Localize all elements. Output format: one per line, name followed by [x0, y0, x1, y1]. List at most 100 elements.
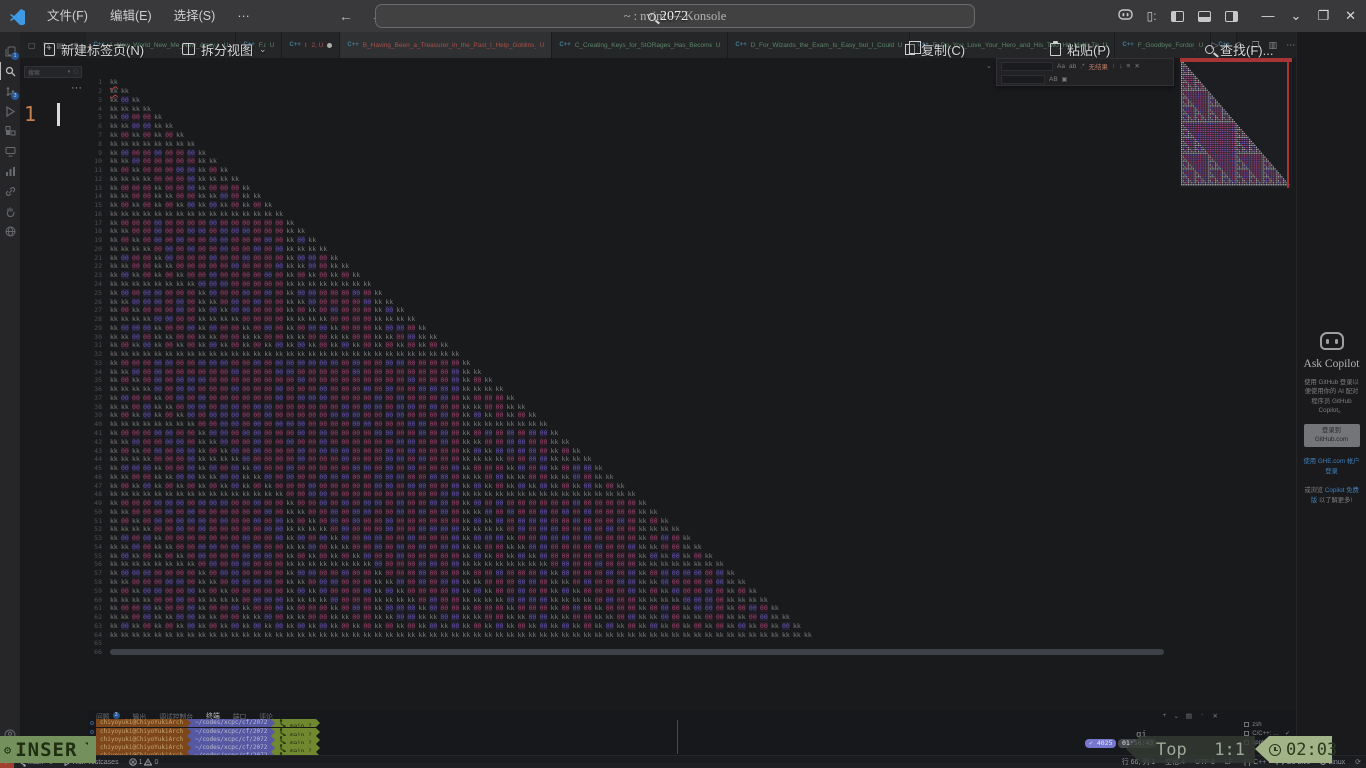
token-kk: kk	[540, 420, 548, 428]
search-option-icon[interactable]: ▾	[68, 69, 71, 75]
command-decoration-icon[interactable]	[90, 730, 94, 734]
github-signin-button[interactable]: 登录到 GitHub.com	[1304, 424, 1360, 448]
find-prev-icon[interactable]: ↑	[1112, 63, 1115, 70]
code-editor[interactable]: 1kk2kkkk3kk00kk4kkkkkkkk5kk000000kk6kkkk…	[88, 58, 1292, 710]
activity-search-icon[interactable]	[0, 62, 20, 80]
token-kk: kk	[110, 420, 118, 428]
find-toggle-chevron-icon[interactable]: ⌄	[986, 62, 992, 70]
copilot-icon[interactable]	[1118, 9, 1133, 23]
token-00: 00	[440, 376, 448, 384]
menu-item-0[interactable]: 文件(F)	[36, 0, 99, 32]
token-00: 00	[275, 622, 283, 630]
konsole-paste-button[interactable]: 粘贴(P)	[1050, 39, 1110, 59]
more-actions-icon[interactable]: ···	[71, 82, 82, 94]
replace-input[interactable]	[1001, 75, 1045, 84]
token-00: 00	[418, 560, 426, 568]
remote-indicator[interactable]: ⚡	[0, 756, 14, 768]
token-00: 00	[374, 403, 382, 411]
ghe-signin-link[interactable]: 使用 GHE.com 帐户登录	[1297, 457, 1366, 476]
activity-references-icon[interactable]	[0, 182, 20, 200]
line-number: 47	[88, 482, 110, 490]
konsole-copy-button[interactable]: 复制(C)	[905, 39, 965, 59]
panel-action-icon[interactable]: ✕	[1213, 712, 1218, 722]
token-00: 00	[121, 482, 129, 490]
find-next-icon[interactable]: ↓	[1119, 63, 1122, 70]
menu-item-3[interactable]: ···	[226, 0, 261, 32]
panel-action-icon[interactable]: ⌄	[1173, 712, 1178, 722]
konsole-find-button[interactable]: 查找(F)...	[1205, 39, 1273, 59]
token-00: 00	[297, 569, 305, 577]
terminal-split-divider[interactable]	[677, 720, 678, 754]
close-icon[interactable]: ✕	[1345, 8, 1356, 24]
nav-back-button[interactable]: ←	[339, 8, 353, 24]
minimize-icon[interactable]: —	[1262, 8, 1275, 24]
line-number: 61	[88, 604, 110, 612]
konsole-split-view-button[interactable]: 拆分视图 ⌄	[182, 39, 267, 59]
statusbar-eol[interactable]: LF	[1220, 756, 1238, 768]
activity-remote-explorer-icon[interactable]	[0, 142, 20, 160]
restore-icon[interactable]: ⌄	[1291, 8, 1302, 24]
minimap[interactable]	[1180, 58, 1292, 188]
find-in-selection-icon[interactable]: ≡	[1127, 63, 1131, 70]
search-option-icon[interactable]: ▢	[73, 69, 78, 75]
whole-word-icon[interactable]: ab	[1069, 63, 1076, 70]
token-00: 00	[551, 552, 559, 560]
command-decoration-icon[interactable]	[90, 721, 94, 725]
toggle-panel-icon[interactable]	[1198, 11, 1211, 22]
find-close-icon[interactable]: ✕	[1134, 62, 1139, 70]
token-kk: kk	[661, 622, 669, 630]
activity-source-control-icon[interactable]: 3	[0, 82, 20, 100]
horizontal-scrollbar[interactable]	[110, 649, 1164, 656]
activity-run-debug-icon[interactable]	[0, 102, 20, 120]
activity-testing-chart-icon[interactable]	[0, 162, 20, 180]
token-00: 00	[176, 613, 184, 621]
replace-all-icon[interactable]: ▣	[1062, 76, 1068, 83]
match-case-icon[interactable]: Aa	[1057, 63, 1065, 70]
panel-action-icon[interactable]: ＾	[1199, 712, 1206, 722]
customize-layout-icon[interactable]: ▯:	[1147, 9, 1157, 23]
command-center-search[interactable]: 2072	[648, 9, 688, 25]
token-00: 00	[264, 508, 272, 516]
statusbar-run-testcases[interactable]: Run Testcases	[59, 756, 124, 768]
token-kk: kk	[132, 350, 140, 358]
konsole-new-tab-button[interactable]: 新建标签页(N)	[44, 39, 144, 59]
token-00: 00	[220, 534, 228, 542]
toggle-sidebar-icon[interactable]	[1171, 11, 1184, 22]
command-decoration-icon[interactable]	[90, 738, 94, 742]
panel-action-icon[interactable]: +	[1163, 712, 1167, 722]
menu-item-1[interactable]: 编辑(E)	[99, 0, 163, 32]
activity-extensions-icon[interactable]	[0, 122, 20, 140]
toggle-secondary-sidebar-icon[interactable]	[1225, 11, 1238, 22]
token-00: 00	[440, 508, 448, 516]
statusbar-git-branch[interactable]: main*↻	[14, 756, 59, 768]
statusbar-feedback[interactable]: ⟳	[1350, 756, 1366, 768]
find-input[interactable]	[1001, 62, 1053, 71]
statusbar-os[interactable]: Linux	[1315, 756, 1350, 768]
activity-globe-icon[interactable]	[0, 222, 20, 240]
statusbar-problems[interactable]: 10	[124, 756, 164, 768]
statusbar-encoding[interactable]: UTF-8	[1190, 756, 1220, 768]
replace-icon[interactable]: AB	[1049, 76, 1058, 83]
panel-action-icon[interactable]: ▤	[1186, 712, 1192, 722]
token-kk: kk	[121, 560, 129, 568]
token-00: 00	[198, 517, 206, 525]
line-tokens: kkkk	[110, 87, 129, 95]
search-input[interactable]: 搜索 ▾ ▢	[24, 66, 82, 78]
token-00: 00	[385, 604, 393, 612]
maximize-icon[interactable]: ❐	[1317, 8, 1329, 24]
token-00: 00	[187, 245, 195, 253]
statusbar-indentation[interactable]: 空格:4	[1160, 756, 1190, 768]
token-00: 00	[507, 447, 515, 455]
regex-icon[interactable]: .*	[1080, 63, 1084, 70]
activity-hand-icon[interactable]	[0, 202, 20, 220]
menu-item-2[interactable]: 选择(S)	[163, 0, 227, 32]
command-decoration-icon[interactable]	[90, 746, 94, 750]
account-icon[interactable]	[0, 726, 20, 744]
terminal-list-item[interactable]: zsh	[1244, 720, 1290, 729]
token-kk: kk	[110, 552, 118, 560]
statusbar-go-live[interactable]: Go Live	[1271, 756, 1315, 768]
token-00: 00	[308, 403, 316, 411]
token-00: 00	[297, 455, 305, 463]
token-kk: kk	[374, 350, 382, 358]
token-00: 00	[330, 499, 338, 507]
